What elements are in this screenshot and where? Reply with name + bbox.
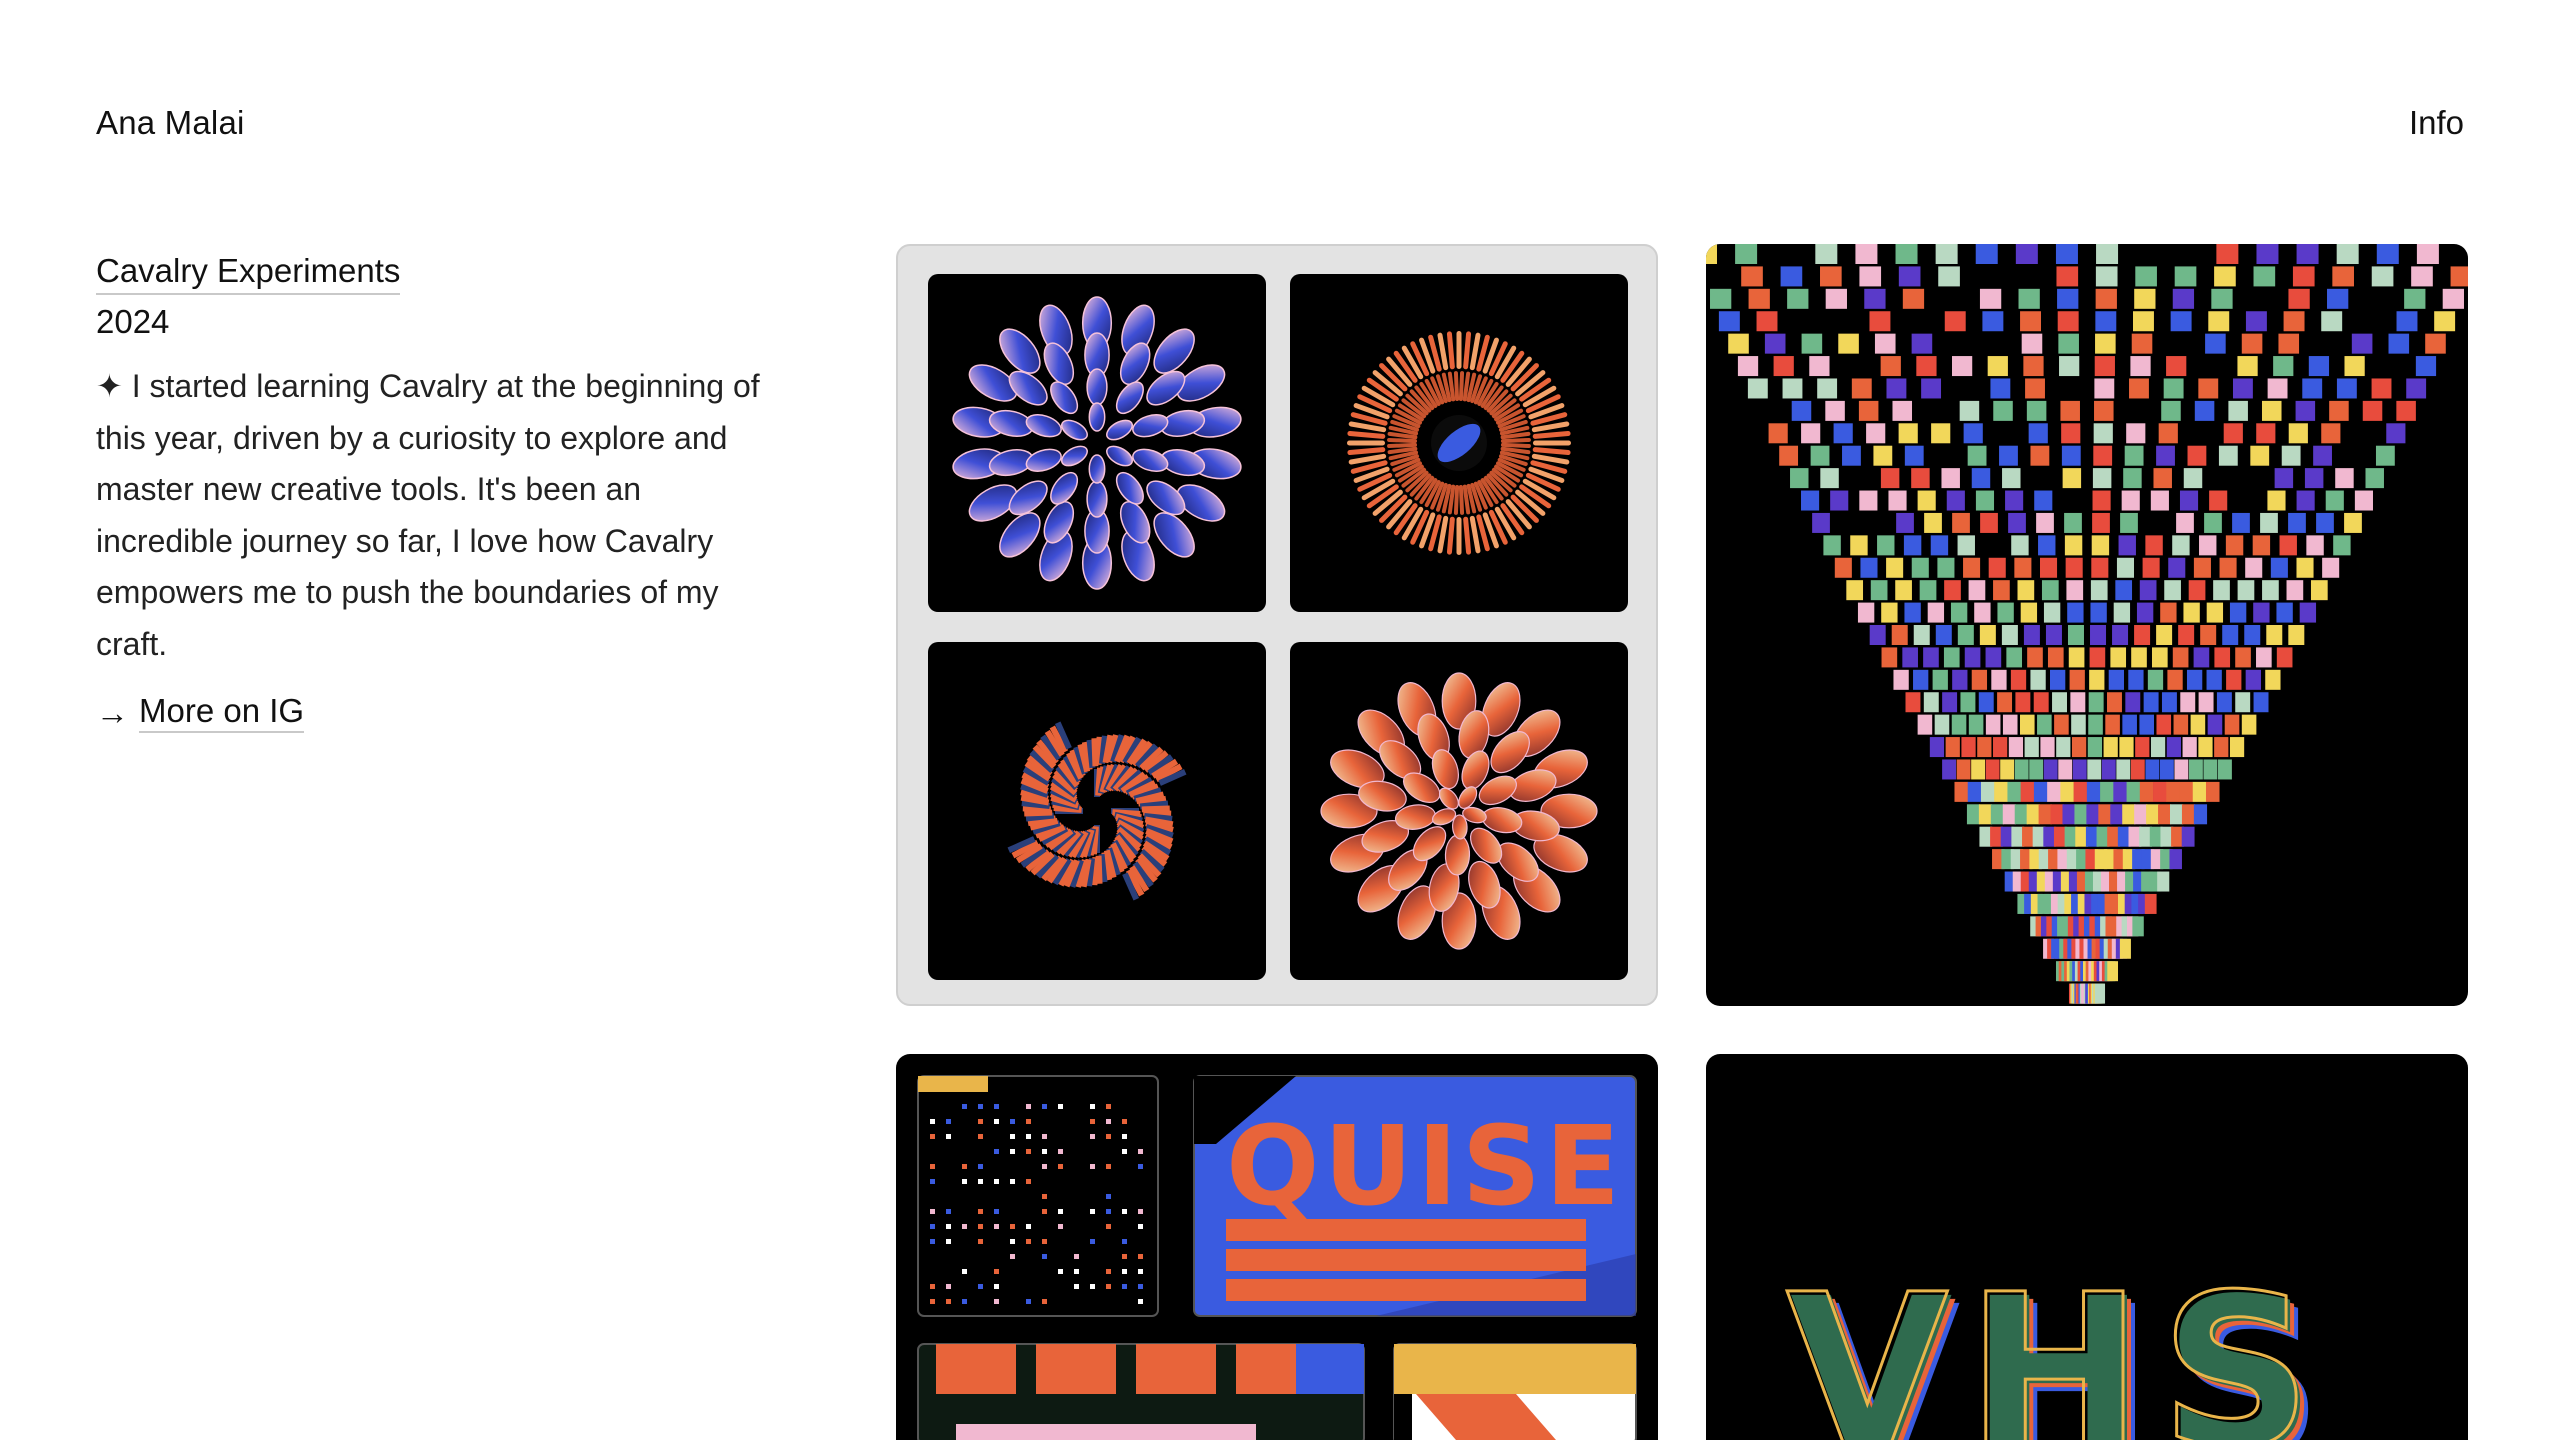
gallery-tile-vhs-type[interactable]: VHS VHS VHS VHS [1706, 1054, 2468, 1440]
render-orange-flower-image [1290, 642, 1628, 980]
render-blue-pink-petals-image [928, 274, 1266, 612]
gallery-tile-typography-grid[interactable]: QUISE [896, 1054, 1658, 1440]
more-on-ig-label[interactable]: More on IG [139, 692, 305, 733]
typography-grid-image: QUISE [917, 1075, 1637, 1440]
project-sidebar: Cavalry Experiments 2024 ✦ I started lea… [96, 250, 786, 733]
vhs-text-outline: VHS [1786, 1249, 2330, 1440]
project-year: 2024 [96, 303, 170, 340]
site-name[interactable]: Ana Malai [96, 104, 245, 142]
more-on-ig-link[interactable]: → More on IG [96, 692, 786, 733]
render-orange-ring-image [1290, 274, 1628, 612]
vhs-type-image: VHS VHS VHS VHS [1785, 1248, 2330, 1440]
gallery-tile-pixel-streams[interactable] [1706, 244, 2468, 1006]
arrow-right-icon: → [96, 693, 129, 731]
info-link[interactable]: Info [2409, 104, 2464, 142]
quise-text: QUISE [1226, 1102, 1624, 1230]
project-description: ✦ I started learning Cavalry at the begi… [96, 368, 760, 662]
render-ribbon-knot-image [928, 642, 1266, 980]
gallery-tile-four-renders[interactable] [896, 244, 1658, 1006]
project-title: Cavalry Experiments [96, 250, 401, 295]
pixel-streams-image [1706, 244, 2468, 1004]
